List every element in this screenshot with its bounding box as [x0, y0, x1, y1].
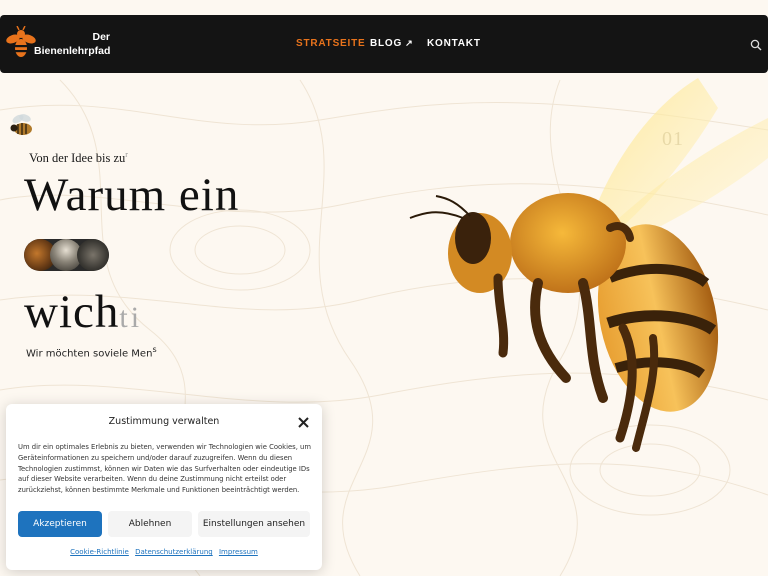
bee-illustration: [409, 78, 768, 452]
decline-button[interactable]: Ablehnen: [108, 511, 192, 537]
consent-title: Zustimmung verwalten: [108, 416, 220, 427]
hero-headline-2: wichti: [24, 285, 142, 339]
site-logo[interactable]: Der Bienenlehrpfad: [4, 26, 114, 62]
hero-text-fade: s: [152, 345, 157, 354]
logo-text: Der Bienenlehrpfad: [34, 30, 110, 58]
hero-thumbnails: [24, 239, 109, 271]
nav-item-blog-label: BLOG: [370, 38, 403, 49]
privacy-policy-link[interactable]: Datenschutzerklärung: [135, 548, 213, 556]
cookie-consent-dialog: Zustimmung verwalten Um dir ein optimale…: [6, 404, 322, 570]
hero-subtitle-text: Von der Idee bis zu: [29, 151, 126, 166]
accept-button[interactable]: Akzeptieren: [18, 511, 102, 537]
thumbnail-image: [77, 239, 109, 271]
hero-headline-1: Warum ein: [24, 169, 240, 221]
search-icon[interactable]: [750, 39, 762, 51]
main-nav: STRATSEITE BLOG ↗ KONTAKT: [296, 38, 481, 49]
hero-text: Wir möchten soviele Mens: [26, 345, 157, 359]
logo-line-2: Bienenlehrpfad: [34, 45, 111, 57]
imprint-link[interactable]: Impressum: [219, 548, 258, 556]
hero-subtitle-fade: r: [125, 150, 128, 159]
consent-body: Um dir ein optimales Erlebnis zu bieten,…: [18, 443, 311, 495]
cookie-policy-link[interactable]: Cookie-Richtlinie: [70, 548, 129, 556]
site-header: Der Bienenlehrpfad STRATSEITE BLOG ↗ KONT…: [0, 15, 768, 73]
view-settings-button[interactable]: Einstellungen ansehen: [198, 511, 310, 537]
nav-item-startseite[interactable]: STRATSEITE: [296, 38, 370, 49]
consent-links: Cookie-Richtlinie Datenschutzerklärung I…: [6, 548, 322, 556]
nav-item-kontakt[interactable]: KONTAKT: [427, 38, 481, 49]
nav-item-blog[interactable]: BLOG ↗: [370, 38, 427, 49]
hero-headline-2-fade: ti: [119, 301, 143, 334]
hero-headline-2-text: wich: [24, 286, 120, 338]
close-icon[interactable]: [298, 417, 309, 428]
bee-logo-icon: [6, 26, 36, 57]
logo-line-1: Der: [92, 31, 110, 43]
hero-text-content: Wir möchten soviele Men: [26, 348, 153, 360]
hero-subtitle: Von der Idee bis zur: [29, 150, 128, 166]
external-link-icon: ↗: [405, 38, 414, 48]
small-bee-illustration: [10, 114, 32, 135]
